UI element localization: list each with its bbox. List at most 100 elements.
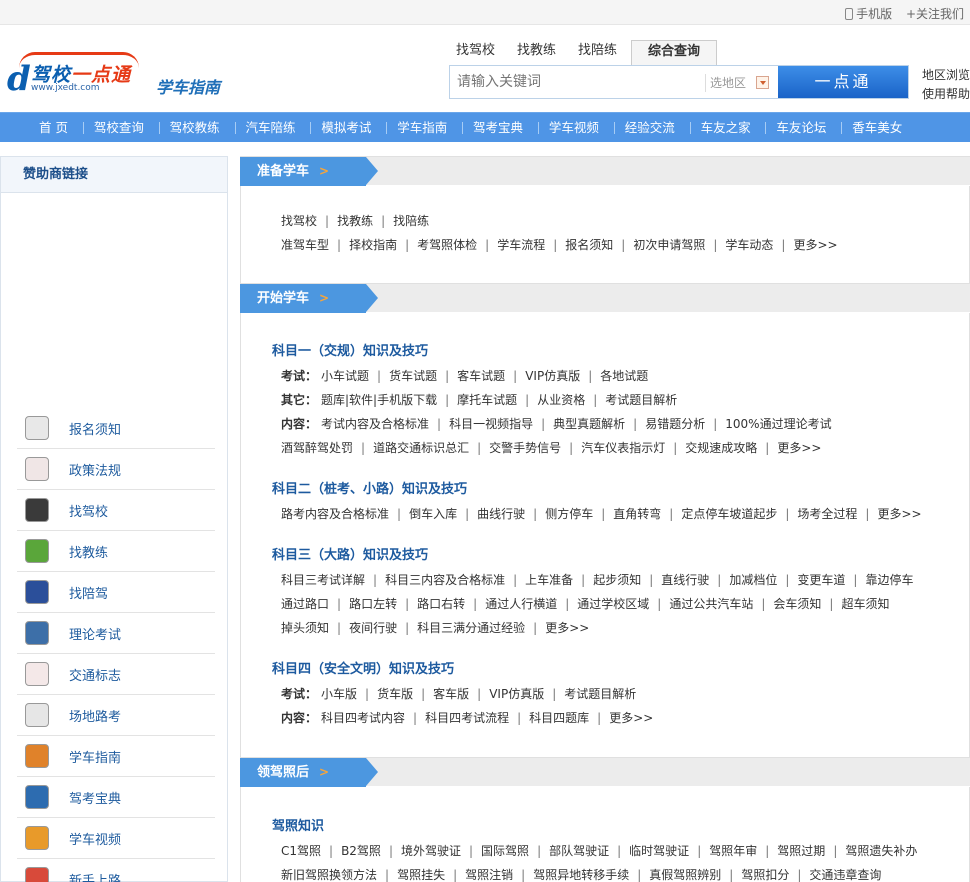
link[interactable]: 客车版	[433, 687, 469, 701]
link[interactable]: 酒驾醉驾处罚	[281, 441, 353, 455]
site-logo[interactable]: d 驾校一点通 www.jxedt.com	[5, 50, 145, 100]
link[interactable]: 境外驾驶证	[401, 844, 461, 858]
subject-one-title[interactable]: 科目一（交规）知识及技巧	[272, 340, 428, 359]
sidebar-item[interactable]: 新手上路	[17, 859, 215, 882]
link[interactable]: 科目四考试内容	[321, 711, 405, 725]
link[interactable]: 更多>>	[609, 711, 653, 725]
link[interactable]: 易错题分析	[645, 417, 705, 431]
link[interactable]: 驾照挂失	[397, 868, 445, 882]
nav-item-guide[interactable]: 学车指南	[386, 113, 458, 142]
link[interactable]: 科目一视频指导	[449, 417, 533, 431]
search-button[interactable]: 一点通	[778, 66, 908, 98]
link[interactable]: 题库|软件|手机版下载	[321, 393, 437, 407]
link[interactable]: 超车须知	[841, 597, 889, 611]
link[interactable]: 驾照扣分	[741, 868, 789, 882]
follow-link[interactable]: +关注我们	[906, 7, 964, 21]
link[interactable]: 道路交通标识总汇	[373, 441, 469, 455]
link[interactable]: 找驾校	[281, 214, 317, 228]
link[interactable]: 100%通过理论考试	[725, 417, 831, 431]
link[interactable]: 国际驾照	[481, 844, 529, 858]
link[interactable]: VIP仿真版	[489, 687, 544, 701]
section-tag[interactable]: 准备学车 >	[240, 157, 378, 186]
license-knowledge-title[interactable]: 驾照知识	[272, 815, 324, 834]
link[interactable]: 科目四题库	[529, 711, 589, 725]
link[interactable]: 通过人行横道	[485, 597, 557, 611]
nav-item-video[interactable]: 学车视频	[537, 113, 610, 142]
link[interactable]: 临时驾驶证	[629, 844, 689, 858]
link[interactable]: 会车须知	[773, 597, 821, 611]
nav-item-home[interactable]: 首 页	[28, 113, 79, 142]
link[interactable]: 摩托车试题	[457, 393, 517, 407]
nav-item-experience[interactable]: 经验交流	[613, 113, 686, 142]
link[interactable]: 加减档位	[729, 573, 777, 587]
link[interactable]: 通过公共汽车站	[669, 597, 753, 611]
link[interactable]: 驾照遗失补办	[845, 844, 917, 858]
link[interactable]: 驾照注销	[465, 868, 513, 882]
region-browse-link[interactable]: 地区浏览	[922, 66, 970, 85]
link[interactable]: 通过学校区域	[577, 597, 649, 611]
link[interactable]: 掉头须知	[281, 621, 329, 635]
nav-item-coach[interactable]: 驾校教练	[158, 113, 231, 142]
link[interactable]: 找教练	[337, 214, 373, 228]
link[interactable]: 择校指南	[349, 238, 397, 252]
sidebar-item[interactable]: 报名须知	[17, 408, 215, 449]
subject-three-title[interactable]: 科目三（大路）知识及技巧	[272, 544, 428, 563]
link[interactable]: 科目四考试流程	[425, 711, 509, 725]
link[interactable]: 交警手势信号	[489, 441, 561, 455]
link[interactable]: 更多>>	[545, 621, 589, 635]
link[interactable]: 真假驾照辨别	[649, 868, 721, 882]
link[interactable]: 小车版	[321, 687, 357, 701]
link[interactable]: 考试内容及合格标准	[321, 417, 429, 431]
link[interactable]: C1驾照	[281, 844, 321, 858]
nav-item-mock-exam[interactable]: 模拟考试	[310, 113, 382, 142]
sidebar-item[interactable]: 交通标志	[17, 654, 215, 695]
region-select[interactable]: 选地区	[705, 74, 769, 92]
nav-item-handbook[interactable]: 驾考宝典	[462, 113, 534, 142]
link[interactable]: 路口右转	[417, 597, 465, 611]
sidebar-item[interactable]: 理论考试	[17, 613, 215, 654]
link[interactable]: 各地试题	[600, 369, 648, 383]
nav-item-cars[interactable]: 香车美女	[841, 113, 913, 142]
sidebar-item[interactable]: 找驾校	[17, 490, 215, 531]
link[interactable]: 部队驾驶证	[549, 844, 609, 858]
link[interactable]: 客车试题	[457, 369, 505, 383]
link[interactable]: 新旧驾照换领方法	[281, 868, 377, 882]
section-tag[interactable]: 开始学车 >	[240, 284, 378, 313]
link[interactable]: 更多>>	[793, 238, 837, 252]
link[interactable]: 夜间行驶	[349, 621, 397, 635]
link[interactable]: 科目三考试详解	[281, 573, 365, 587]
link[interactable]: 更多>>	[777, 441, 821, 455]
link[interactable]: 小车试题	[321, 369, 369, 383]
nav-item-partner[interactable]: 汽车陪练	[234, 113, 307, 142]
link[interactable]: 侧方停车	[545, 507, 593, 521]
sidebar-item[interactable]: 场地路考	[17, 695, 215, 736]
link[interactable]: 场考全过程	[797, 507, 857, 521]
link[interactable]: 定点停车坡道起步	[681, 507, 777, 521]
search-tab-coach[interactable]: 找教练	[509, 40, 564, 65]
search-input[interactable]	[453, 69, 705, 95]
sidebar-item[interactable]: 学车指南	[17, 736, 215, 777]
link[interactable]: VIP仿真版	[525, 369, 580, 383]
link[interactable]: 通过路口	[281, 597, 329, 611]
link[interactable]: 科目三满分通过经验	[417, 621, 525, 635]
link[interactable]: 科目三内容及合格标准	[385, 573, 505, 587]
link[interactable]: 靠边停车	[865, 573, 913, 587]
link[interactable]: 考试题目解析	[564, 687, 636, 701]
link[interactable]: 从业资格	[537, 393, 585, 407]
link[interactable]: 直线行驶	[661, 573, 709, 587]
link[interactable]: 学车流程	[497, 238, 545, 252]
sidebar-item[interactable]: 找教练	[17, 531, 215, 572]
link[interactable]: 货车试题	[389, 369, 437, 383]
link[interactable]: 起步须知	[593, 573, 641, 587]
link[interactable]: 路考内容及合格标准	[281, 507, 389, 521]
link[interactable]: 学车动态	[725, 238, 773, 252]
link[interactable]: 初次申请驾照	[633, 238, 705, 252]
link[interactable]: 交规速成攻略	[685, 441, 757, 455]
link[interactable]: 考驾照体检	[417, 238, 477, 252]
link[interactable]: 驾照年审	[709, 844, 757, 858]
link[interactable]: 找陪练	[393, 214, 429, 228]
link[interactable]: B2驾照	[341, 844, 381, 858]
link[interactable]: 交通违章查询	[809, 868, 881, 882]
help-link[interactable]: 使用帮助	[922, 85, 970, 104]
search-tab-all[interactable]: 综合查询	[631, 40, 718, 65]
